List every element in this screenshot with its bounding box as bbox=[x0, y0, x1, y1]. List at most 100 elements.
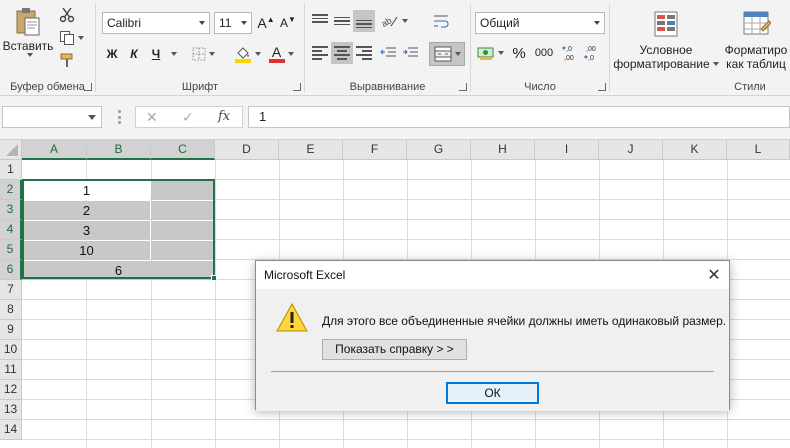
row-header-5[interactable]: 5 bbox=[0, 240, 22, 260]
align-left-button[interactable] bbox=[309, 42, 331, 64]
row-header-9[interactable]: 9 bbox=[0, 320, 22, 340]
row-header-3[interactable]: 3 bbox=[0, 200, 22, 220]
cell-c3[interactable] bbox=[151, 201, 214, 220]
column-header-c[interactable]: C bbox=[151, 140, 215, 160]
row-header-10[interactable]: 10 bbox=[0, 340, 22, 360]
dialog-titlebar[interactable]: Microsoft Excel ✕ bbox=[256, 261, 729, 289]
number-group: Общий % 000 ,0,00 ,00,0 Число bbox=[471, 0, 609, 96]
align-center-button[interactable] bbox=[331, 42, 353, 64]
italic-button[interactable]: К bbox=[124, 43, 144, 65]
cell-a3-b3-merged[interactable]: 2 bbox=[23, 201, 150, 220]
number-launcher[interactable] bbox=[598, 83, 606, 91]
column-header-k[interactable]: K bbox=[663, 140, 727, 160]
thousands-separator-button[interactable]: 000 bbox=[531, 42, 557, 64]
cancel-icon[interactable]: ✕ bbox=[146, 109, 158, 126]
cell-c2[interactable] bbox=[151, 181, 214, 200]
row-header-13[interactable]: 13 bbox=[0, 400, 22, 420]
column-header-j[interactable]: J bbox=[599, 140, 663, 160]
cell-a4-b4-merged[interactable]: 3 bbox=[23, 221, 150, 240]
grid-hline bbox=[22, 439, 790, 440]
cut-button[interactable] bbox=[56, 5, 78, 25]
show-help-button[interactable]: Показать справку > > bbox=[322, 339, 467, 360]
ok-button[interactable]: ОК bbox=[446, 382, 539, 404]
underline-button[interactable]: Ч bbox=[146, 43, 166, 65]
percent-button[interactable]: % bbox=[509, 42, 529, 64]
column-header-e[interactable]: E bbox=[279, 140, 343, 160]
row-header-14[interactable]: 14 bbox=[0, 420, 22, 440]
grid-vline bbox=[215, 160, 216, 448]
conditional-formatting-button[interactable]: Условное форматирование bbox=[612, 4, 720, 76]
fill-color-button[interactable] bbox=[232, 42, 262, 66]
alignment-launcher[interactable] bbox=[459, 83, 467, 91]
column-header-a[interactable]: A bbox=[22, 140, 87, 160]
dialog-close-button[interactable]: ✕ bbox=[699, 261, 729, 289]
column-header-h[interactable]: H bbox=[471, 140, 535, 160]
format-as-table-button[interactable]: Форматиро как таблиц bbox=[722, 4, 790, 76]
number-format-dropdown[interactable]: Общий bbox=[475, 12, 605, 34]
row-header-6[interactable]: 6 bbox=[0, 260, 22, 280]
row-header-4[interactable]: 4 bbox=[0, 220, 22, 240]
paste-button[interactable]: Вставить bbox=[2, 4, 54, 60]
column-header-f[interactable]: F bbox=[343, 140, 407, 160]
column-header-l[interactable]: L bbox=[727, 140, 790, 160]
align-middle-button[interactable] bbox=[331, 10, 353, 32]
copy-button[interactable] bbox=[56, 28, 86, 48]
conditional-formatting-icon bbox=[654, 11, 678, 37]
merge-center-button[interactable] bbox=[429, 42, 465, 66]
borders-dropdown-arrow bbox=[208, 52, 215, 56]
select-all-corner[interactable] bbox=[0, 140, 22, 160]
font-name-dropdown[interactable]: Calibri bbox=[102, 12, 210, 34]
number-format-value: Общий bbox=[480, 16, 520, 30]
row-header-11[interactable]: 11 bbox=[0, 360, 22, 380]
enter-icon[interactable]: ✓ bbox=[182, 109, 194, 126]
underline-dropdown-arrow[interactable] bbox=[171, 52, 177, 56]
align-right-icon bbox=[356, 46, 372, 60]
cell-a6-c6-merged[interactable]: 6 bbox=[23, 261, 214, 280]
currency-format-button[interactable] bbox=[475, 42, 505, 64]
insert-function-icon[interactable]: fx bbox=[218, 109, 230, 124]
format-as-table-label-1: Форматиро bbox=[724, 43, 788, 57]
align-top-button[interactable] bbox=[309, 10, 331, 32]
font-size-dropdown[interactable]: 11 bbox=[214, 12, 252, 34]
decrease-indent-button[interactable] bbox=[377, 42, 399, 64]
borders-button[interactable] bbox=[188, 43, 218, 65]
copy-dropdown-arrow[interactable] bbox=[77, 36, 84, 40]
fill-handle[interactable] bbox=[211, 275, 217, 281]
chevron-down-icon[interactable] bbox=[88, 115, 96, 120]
row-header-8[interactable]: 8 bbox=[0, 300, 22, 320]
bold-button[interactable]: Ж bbox=[102, 43, 122, 65]
dialog-body: Для этого все объединенные ячейки должны… bbox=[256, 289, 729, 411]
cell-a2-b2-merged[interactable]: 1 bbox=[23, 181, 150, 200]
column-header-b[interactable]: B bbox=[87, 140, 151, 160]
decrease-decimal-button[interactable]: ,00,0 bbox=[581, 42, 603, 64]
increase-indent-button[interactable] bbox=[399, 42, 421, 64]
row-header-1[interactable]: 1 bbox=[0, 160, 22, 180]
cell-a5-b5-merged[interactable]: 10 bbox=[23, 241, 150, 260]
font-launcher[interactable] bbox=[293, 83, 301, 91]
increase-font-button[interactable]: A ▲ bbox=[256, 12, 276, 34]
formula-bar-grip-icon[interactable] bbox=[118, 110, 122, 124]
formula-input[interactable]: 1 bbox=[248, 106, 790, 128]
row-header-2[interactable]: 2 bbox=[0, 180, 22, 200]
wrap-text-icon bbox=[434, 15, 449, 28]
align-right-button[interactable] bbox=[353, 42, 375, 64]
column-header-d[interactable]: D bbox=[215, 140, 279, 160]
cell-c4[interactable] bbox=[151, 221, 214, 240]
paste-dropdown-arrow[interactable] bbox=[26, 53, 33, 57]
increase-decimal-button[interactable]: ,0,00 bbox=[559, 42, 581, 64]
orientation-button[interactable]: ab bbox=[379, 10, 409, 32]
alignment-group: ab Выравнивание bbox=[305, 0, 470, 96]
row-header-12[interactable]: 12 bbox=[0, 380, 22, 400]
name-box[interactable] bbox=[2, 106, 102, 128]
wrap-text-button[interactable] bbox=[429, 10, 453, 32]
format-painter-button[interactable] bbox=[56, 50, 78, 70]
clipboard-launcher[interactable] bbox=[84, 83, 92, 91]
column-header-i[interactable]: I bbox=[535, 140, 599, 160]
merge-cells-icon bbox=[434, 46, 451, 62]
decrease-font-button[interactable]: A ▼ bbox=[278, 12, 298, 34]
font-color-button[interactable]: А bbox=[266, 42, 296, 66]
row-header-7[interactable]: 7 bbox=[0, 280, 22, 300]
column-header-g[interactable]: G bbox=[407, 140, 471, 160]
cell-c5[interactable] bbox=[151, 241, 214, 260]
align-bottom-button[interactable] bbox=[353, 10, 375, 32]
